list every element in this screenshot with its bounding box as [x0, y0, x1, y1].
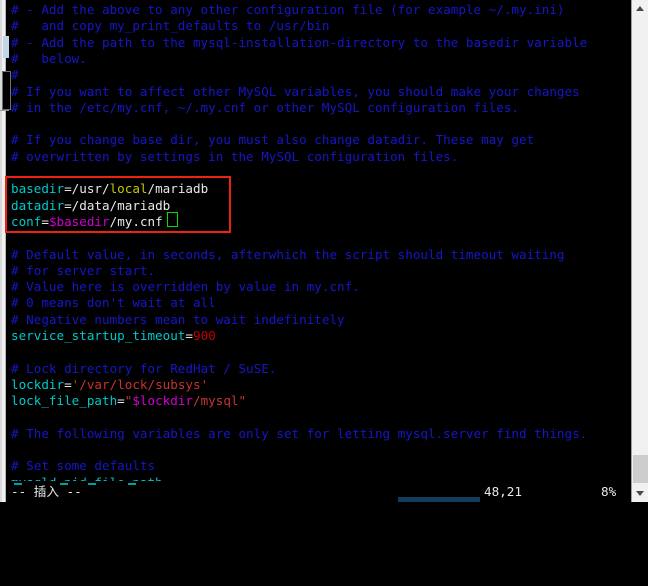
code-line: service_startup_timeout=900: [11, 328, 216, 344]
code-line: # The following variables are only set f…: [11, 426, 587, 442]
render-artifact-speck: [14, 483, 22, 485]
code-line: # Value here is overridden by value in m…: [11, 279, 360, 295]
render-artifact-speck: [88, 483, 96, 485]
cursor-position-indicator: 48,21: [484, 484, 522, 499]
code-token: datadir: [11, 197, 65, 213]
code-token: # for server start.: [11, 262, 156, 278]
code-token: lockdir: [11, 376, 65, 392]
code-token: # Negative numbers mean to wait indefini…: [11, 311, 345, 327]
code-line: datadir=/data/mariadb: [11, 198, 170, 214]
code-token: # Lock directory for RedHat / SuSE.: [11, 360, 277, 376]
code-line: basedir=/usr/local/mariadb: [11, 181, 208, 197]
code-line: # for server start.: [11, 263, 155, 279]
background-window-box: [2, 71, 11, 110]
scrollbar-thumb[interactable]: [633, 455, 648, 483]
code-token: =: [117, 393, 125, 409]
code-token: $lockdir: [132, 393, 194, 409]
code-line: # - Add the above to any other configura…: [11, 2, 565, 18]
chevron-up-icon: [636, 6, 644, 11]
code-token: # - Add the path to the mysql-installati…: [11, 34, 588, 50]
text-cursor: [167, 212, 178, 227]
code-line: # Negative numbers mean to wait indefini…: [11, 312, 345, 328]
code-line: # below.: [11, 51, 87, 67]
code-line: #: [11, 67, 19, 83]
code-token: $basedir: [48, 213, 110, 229]
scroll-down-button[interactable]: [632, 485, 648, 502]
code-line: lock_file_path="$lockdir/mysql": [11, 393, 246, 409]
code-token: =/usr/: [64, 181, 110, 197]
background-window-divider: [0, 110, 9, 111]
code-token: # - Add the above to any other configura…: [11, 2, 565, 17]
code-line: # overwritten by settings in the MySQL c…: [11, 149, 458, 165]
code-line: # Default value, in seconds, afterwhich …: [11, 247, 565, 263]
code-token: service_startup_timeout: [11, 328, 186, 343]
code-line: # If you change base dir, you must also …: [11, 132, 534, 148]
code-token: conf: [11, 213, 42, 229]
background-window-tab: [3, 36, 9, 58]
code-line: conf=$basedir/my.cnf: [11, 214, 163, 230]
terminal-window: # - Add the above to any other configura…: [0, 0, 648, 502]
scroll-percent-indicator: 8%: [601, 484, 617, 499]
code-line: # - Add the path to the mysql-installati…: [11, 35, 587, 51]
render-artifact-speck: [128, 483, 136, 485]
scrollbar-track[interactable]: [632, 17, 648, 485]
code-token: /mysql": [193, 393, 247, 409]
code-token: /mariadb: [147, 181, 209, 197]
code-token: # The following variables are only set f…: [11, 425, 588, 441]
code-token: /my.cnf: [109, 213, 163, 229]
code-line: # Lock directory for RedHat / SuSE.: [11, 361, 276, 377]
chevron-down-icon: [636, 491, 644, 496]
code-token: # below.: [11, 50, 87, 66]
code-token: local: [109, 181, 148, 197]
code-token: basedir: [11, 181, 65, 197]
code-token: lock_file_path: [11, 393, 118, 409]
vertical-scrollbar[interactable]: [631, 0, 648, 502]
render-artifact-speck: [398, 497, 480, 502]
code-token: # in the /etc/my.cnf, ~/.my.cnf or other…: [11, 99, 519, 115]
code-token: =: [41, 213, 49, 229]
scroll-up-button[interactable]: [632, 0, 648, 17]
code-token: #: [11, 67, 19, 83]
code-token: # overwritten by settings in the MySQL c…: [11, 148, 459, 164]
code-line: # and copy my_print_defaults to /usr/bin: [11, 18, 329, 34]
code-token: # Default value, in seconds, afterwhich …: [11, 246, 565, 262]
code-token: # 0 means don't wait at all: [11, 295, 216, 311]
render-artifact-speck: [60, 483, 68, 485]
code-token: =: [64, 376, 72, 392]
code-token: '/var/lock/subsys': [71, 376, 209, 392]
status-bar: -- 插入 -- 48,21 8%: [9, 481, 631, 502]
code-line: lockdir='/var/lock/subsys': [11, 377, 208, 393]
code-token: # Set some defaults: [11, 458, 156, 474]
code-token: # If you want to affect other MySQL vari…: [11, 83, 580, 99]
code-line: # 0 means don't wait at all: [11, 295, 216, 311]
code-token: =/data/mariadb: [64, 197, 171, 213]
code-line: # Set some defaults: [11, 458, 155, 474]
code-token: # Value here is overridden by value in m…: [11, 279, 360, 295]
code-line: # If you want to affect other MySQL vari…: [11, 84, 580, 100]
code-token: =: [185, 328, 193, 343]
code-token: 900: [192, 328, 216, 343]
editor-text-area[interactable]: # - Add the above to any other configura…: [9, 0, 631, 481]
code-token: # and copy my_print_defaults to /usr/bin: [11, 18, 330, 34]
code-line: # in the /etc/my.cnf, ~/.my.cnf or other…: [11, 100, 519, 116]
code-token: # If you change base dir, you must also …: [11, 132, 535, 148]
